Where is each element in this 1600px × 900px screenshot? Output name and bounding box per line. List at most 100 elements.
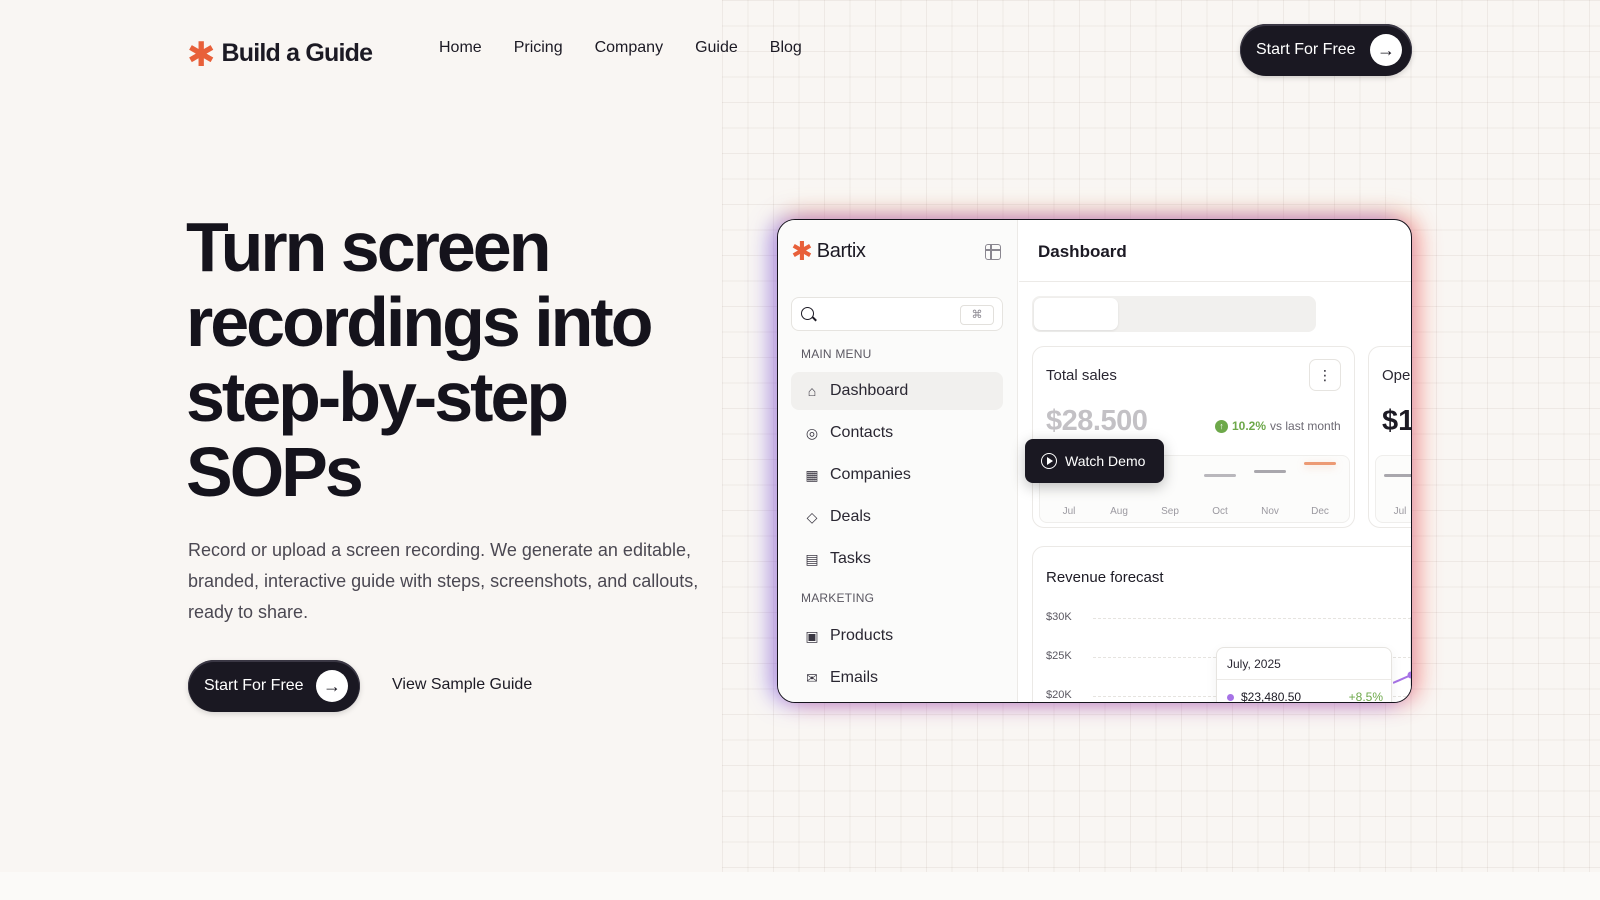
month-label: Dec bbox=[1311, 506, 1329, 517]
segmented-control[interactable] bbox=[1032, 296, 1316, 332]
sidebar-item-contacts[interactable]: ◎ Contacts bbox=[791, 414, 1003, 452]
sidebar-item-companies[interactable]: ▦ Companies bbox=[791, 456, 1003, 494]
arrow-right-icon: → bbox=[1370, 34, 1402, 66]
play-icon bbox=[1041, 453, 1057, 469]
building-icon: ▦ bbox=[805, 466, 819, 483]
nav-link-guide[interactable]: Guide bbox=[695, 39, 738, 57]
total-sales-card: Total sales ⋮ $28.500 ↑ 10.2% vs last mo… bbox=[1032, 346, 1355, 528]
tag-icon: ◇ bbox=[806, 508, 818, 525]
brand-name: Build a Guide bbox=[221, 38, 374, 67]
section-main-menu: MAIN MENU bbox=[801, 347, 872, 361]
command-key-icon: ⌘ bbox=[960, 305, 994, 325]
hero-subtitle: Record or upload a screen recording. We … bbox=[188, 540, 699, 622]
sidebar-item-emails[interactable]: ✉ Emails bbox=[791, 659, 1003, 697]
preview-sidebar: ✱ Bartix ⌘ MAIN MENU ⌂ Dashboard ◎ Conta… bbox=[778, 220, 1018, 702]
month-label: Jul bbox=[1393, 506, 1407, 517]
section-marketing: MARKETING bbox=[801, 591, 875, 605]
month-label: Nov bbox=[1261, 506, 1279, 517]
total-sales-title: Total sales bbox=[1046, 367, 1117, 384]
tooltip-change: +8.5% bbox=[1348, 690, 1383, 703]
nav-link-pricing[interactable]: Pricing bbox=[514, 39, 563, 57]
sidebar-item-tasks[interactable]: ▤ Tasks bbox=[791, 540, 1003, 578]
mini-bar-jul bbox=[1384, 474, 1411, 477]
hero-title-line-4: SOPs bbox=[186, 433, 364, 511]
hero-title-line-3: step-by-step bbox=[186, 358, 569, 436]
sidebar-item-label: Tasks bbox=[830, 550, 871, 567]
user-circle-icon: ◎ bbox=[805, 424, 819, 441]
series-dot-icon bbox=[1227, 693, 1234, 701]
asterisk-logo-icon: ✱ bbox=[187, 36, 216, 74]
clipboard-icon: ▤ bbox=[805, 550, 819, 567]
sidebar-item-deals[interactable]: ◇ Deals bbox=[791, 498, 1003, 536]
month-label: Oct bbox=[1212, 506, 1228, 517]
nav-link-home[interactable]: Home bbox=[439, 39, 482, 57]
nav-start-free-label: Start For Free bbox=[1256, 41, 1356, 58]
hero-start-free-button[interactable]: Start For Free → bbox=[188, 660, 360, 712]
grid-line bbox=[1093, 618, 1411, 619]
mini-bar-dec bbox=[1304, 462, 1336, 465]
view-sample-guide-link[interactable]: View Sample Guide bbox=[392, 676, 532, 694]
tooltip-date: July, 2025 bbox=[1227, 657, 1281, 671]
sidebar-item-products[interactable]: ▣ Products bbox=[791, 617, 1003, 655]
nav-link-company[interactable]: Company bbox=[595, 39, 663, 57]
revenue-tooltip: July, 2025 $23,480.50 +8.5% bbox=[1216, 647, 1392, 703]
sales-change-pct: 10.2% bbox=[1232, 419, 1267, 433]
preview-page-title: Dashboard bbox=[1038, 242, 1127, 261]
hero-start-free-label: Start For Free bbox=[204, 677, 304, 694]
total-sales-value: $28.500 bbox=[1046, 405, 1148, 437]
home-icon: ⌂ bbox=[807, 383, 817, 399]
open-card-title: Ope bbox=[1382, 367, 1411, 384]
calendar-icon: ▣ bbox=[805, 627, 819, 644]
y-tick-label: $25K bbox=[1046, 650, 1072, 662]
sidebar-item-label: Emails bbox=[830, 669, 879, 686]
tooltip-value: $23,480.50 bbox=[1241, 690, 1302, 703]
sidebar-item-label: Deals bbox=[830, 508, 871, 525]
sales-change-note: vs last month bbox=[1270, 419, 1341, 433]
watch-demo-button[interactable]: Watch Demo bbox=[1025, 439, 1164, 483]
y-tick-label: $20K bbox=[1046, 689, 1072, 701]
top-nav: ✱ Build a Guide Home Pricing Company Gui… bbox=[0, 0, 1600, 100]
revenue-forecast-card: Revenue forecast $30K $25K $20K July, 20… bbox=[1032, 546, 1413, 703]
preview-logo: ✱ Bartix bbox=[791, 238, 866, 264]
revenue-line bbox=[1393, 617, 1413, 702]
search-icon bbox=[801, 307, 814, 320]
brand-logo[interactable]: ✱ Build a Guide bbox=[187, 34, 374, 74]
sidebar-item-dashboard[interactable]: ⌂ Dashboard bbox=[791, 372, 1003, 410]
sidebar-item-label: Companies bbox=[830, 466, 911, 483]
preview-header: Dashboard bbox=[1019, 220, 1411, 282]
tooltip-row: $23,480.50 +8.5% bbox=[1227, 690, 1383, 703]
open-mini-chart: Jul bbox=[1375, 455, 1411, 523]
mini-bar-oct bbox=[1204, 474, 1236, 477]
preview-app-name: Bartix bbox=[816, 239, 866, 262]
revenue-forecast-title: Revenue forecast bbox=[1046, 569, 1164, 586]
footer-strip bbox=[0, 872, 1600, 900]
sidebar-item-label: Products bbox=[830, 627, 894, 644]
revenue-point[interactable] bbox=[1407, 671, 1413, 679]
sidebar-item-label: Dashboard bbox=[830, 382, 909, 399]
open-card-value: $1 bbox=[1382, 405, 1412, 437]
hero-title-line-1: Turn screen bbox=[186, 208, 551, 286]
month-label: Jul bbox=[1062, 506, 1076, 517]
watch-demo-label: Watch Demo bbox=[1065, 453, 1146, 469]
month-label: Aug bbox=[1110, 506, 1128, 517]
mini-bar-nov bbox=[1254, 470, 1286, 473]
sales-change: ↑ 10.2% vs last month bbox=[1215, 419, 1341, 433]
nav-link-blog[interactable]: Blog bbox=[770, 39, 802, 57]
nav-start-free-button[interactable]: Start For Free → bbox=[1240, 24, 1412, 76]
more-vertical-icon[interactable]: ⋮ bbox=[1309, 359, 1341, 391]
hero-title: Turn screen recordings into step-by-step… bbox=[186, 210, 726, 510]
month-label: Sep bbox=[1161, 506, 1179, 517]
sidebar-item-label: Contacts bbox=[830, 424, 894, 441]
arrow-up-icon: ↑ bbox=[1215, 419, 1228, 433]
arrow-right-icon: → bbox=[316, 670, 348, 702]
sidebar-toggle-icon[interactable] bbox=[985, 244, 1001, 260]
y-tick-label: $30K bbox=[1046, 611, 1072, 623]
nav-links: Home Pricing Company Guide Blog bbox=[439, 39, 802, 57]
hero-title-line-2: recordings into bbox=[186, 283, 653, 361]
asterisk-logo-icon: ✱ bbox=[791, 236, 813, 266]
tooltip-divider bbox=[1217, 679, 1391, 680]
mail-open-icon: ✉ bbox=[806, 669, 818, 686]
preview-search-input[interactable]: ⌘ bbox=[791, 297, 1003, 331]
segment-selected[interactable] bbox=[1034, 298, 1118, 330]
open-card: Ope $1 Jul bbox=[1368, 346, 1412, 528]
